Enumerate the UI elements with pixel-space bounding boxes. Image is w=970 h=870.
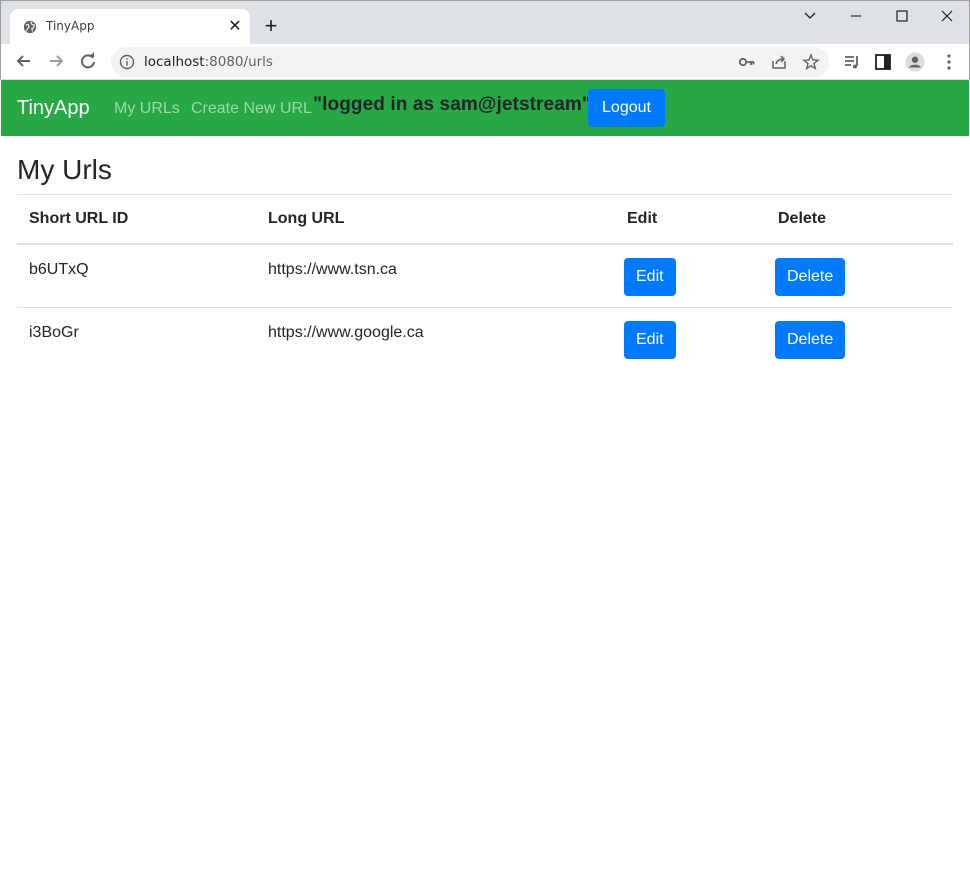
edit-cell: Edit xyxy=(615,244,766,308)
delete-button[interactable]: Delete xyxy=(775,320,846,359)
browser-titlebar: TinyApp ✕ + xyxy=(0,0,970,45)
long-url-cell: https://www.google.ca xyxy=(256,307,615,370)
kebab-menu-icon[interactable] xyxy=(939,52,959,72)
header-long-url: Long URL xyxy=(256,195,615,245)
media-queue-icon[interactable] xyxy=(842,52,862,72)
reload-icon[interactable] xyxy=(78,51,98,71)
close-tab-icon[interactable]: ✕ xyxy=(226,18,244,36)
edit-button[interactable]: Edit xyxy=(624,258,676,296)
page-title: My Urls xyxy=(17,154,112,185)
url-host: localhost xyxy=(144,54,205,70)
browser-tab[interactable]: TinyApp ✕ xyxy=(10,9,250,45)
share-icon[interactable] xyxy=(770,53,788,71)
page-content: TinyApp My URLs Create New URL "logged i… xyxy=(1,80,969,869)
header-short-url-id: Short URL ID xyxy=(17,195,256,245)
maximize-icon[interactable] xyxy=(887,5,917,27)
side-panel-icon[interactable] xyxy=(873,52,893,72)
short-url-id-cell: i3BoGr xyxy=(17,307,256,370)
minimize-icon[interactable] xyxy=(841,5,871,27)
nav-link-create-url[interactable]: Create New URL xyxy=(191,100,312,118)
globe-icon xyxy=(23,20,37,34)
table-header-row: Short URL ID Long URL Edit Delete xyxy=(17,195,953,245)
urls-table: Short URL ID Long URL Edit Delete b6UTxQ… xyxy=(17,195,953,370)
header-delete: Delete xyxy=(766,195,953,245)
short-url-id: b6UTxQ xyxy=(29,261,89,278)
address-bar[interactable]: localhost:8080/urls xyxy=(111,47,829,77)
profile-avatar-icon[interactable] xyxy=(905,52,925,72)
logout-button[interactable]: Logout xyxy=(588,89,665,127)
star-icon[interactable] xyxy=(802,53,820,71)
table-row: i3BoGr https://www.google.ca Edit Delete xyxy=(17,307,953,370)
url-text: localhost:8080/urls xyxy=(144,54,273,70)
browser-toolbar: localhost:8080/urls xyxy=(0,44,970,80)
url-path: :8080/urls xyxy=(204,54,273,70)
window-close-icon[interactable] xyxy=(932,5,962,27)
table-row: b6UTxQ https://www.tsn.ca Edit Delete xyxy=(17,244,953,308)
back-arrow-icon[interactable] xyxy=(14,51,34,71)
long-url: https://www.tsn.ca xyxy=(268,261,397,278)
edit-button[interactable]: Edit xyxy=(624,320,676,359)
delete-button[interactable]: Delete xyxy=(775,258,846,296)
delete-cell: Delete xyxy=(766,244,953,308)
tab-search-icon[interactable] xyxy=(795,5,825,27)
header-edit: Edit xyxy=(615,195,766,245)
navbar-brand[interactable]: TinyApp xyxy=(17,97,90,120)
long-url-cell: https://www.tsn.ca xyxy=(256,244,615,308)
long-url: https://www.google.ca xyxy=(268,323,424,341)
delete-cell: Delete xyxy=(766,307,953,370)
info-icon[interactable] xyxy=(119,54,135,70)
nav-link-my-urls[interactable]: My URLs xyxy=(114,100,180,118)
key-icon[interactable] xyxy=(738,53,756,71)
site-navbar: TinyApp My URLs Create New URL "logged i… xyxy=(1,80,969,136)
forward-arrow-icon[interactable] xyxy=(46,51,66,71)
tab-title: TinyApp xyxy=(46,19,95,33)
logged-in-status: "logged in as sam@jetstream" xyxy=(313,94,591,115)
new-tab-icon[interactable]: + xyxy=(260,15,282,37)
short-url-id: i3BoGr xyxy=(29,323,79,341)
edit-cell: Edit xyxy=(615,307,766,370)
short-url-id-cell: b6UTxQ xyxy=(17,244,256,308)
